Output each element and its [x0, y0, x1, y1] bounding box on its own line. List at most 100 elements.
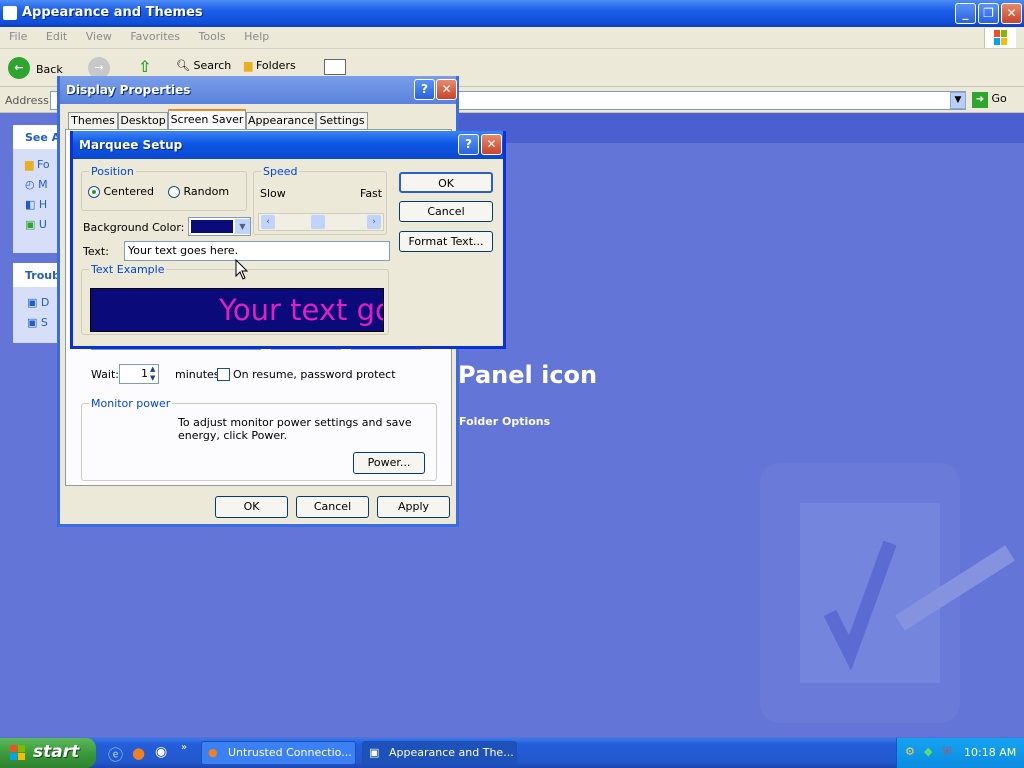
folder-options-link[interactable]: Folder Options [459, 415, 550, 428]
marquee-help-button[interactable]: ? [458, 134, 479, 155]
speed-slider-thumb[interactable] [311, 215, 325, 229]
speed-slow-label: Slow [260, 187, 286, 200]
folder-window-icon: ▣ [369, 746, 380, 759]
shield-icon[interactable]: ⛨ [943, 745, 951, 759]
wait-spinner-icon[interactable]: ▲ ▼ [150, 365, 160, 383]
tab-appearance[interactable]: Appearance [246, 112, 316, 130]
clock: 10:18 AM [964, 746, 1017, 759]
marquee-close-button[interactable]: ✕ [481, 134, 502, 155]
folders-button[interactable]: ▆ Folders [244, 59, 296, 72]
troubleshooter-item-label: S [40, 316, 48, 329]
window-icon [3, 6, 17, 20]
minimize-button[interactable]: _ [955, 3, 976, 24]
ie-quicklaunch-icon[interactable]: ⓔ [108, 744, 123, 765]
restore-button[interactable]: ❐ [978, 3, 999, 24]
password-protect-checkbox[interactable] [217, 368, 230, 381]
tab-screen-saver[interactable]: Screen Saver [168, 109, 246, 130]
task-label: Appearance and The... [389, 746, 514, 759]
marquee-ok-button[interactable]: OK [399, 172, 493, 193]
task-label: Untrusted Connectio... [228, 746, 352, 759]
marquee-preview: Your text go [90, 288, 384, 332]
marquee-title: Marquee Setup [79, 138, 183, 152]
format-text-button[interactable]: Format Text... [399, 231, 493, 252]
menu-tools[interactable]: Tools [190, 27, 232, 43]
troubleshooter-item-label: D [40, 296, 50, 309]
speed-scrollbar[interactable]: ‹ › [258, 213, 384, 231]
random-radio[interactable]: Random [168, 185, 229, 198]
views-icon[interactable] [324, 59, 346, 75]
monitor-power-title: Monitor power [89, 397, 173, 410]
close-button[interactable]: ✕ [1001, 3, 1022, 24]
display-ok-button[interactable]: OK [215, 496, 288, 518]
display-apply-button[interactable]: Apply [377, 496, 450, 518]
marquee-cancel-button[interactable]: Cancel [399, 201, 493, 222]
help-button[interactable]: ? [414, 79, 435, 100]
menu-edit[interactable]: Edit [37, 27, 73, 43]
centered-label: Centered [103, 185, 155, 198]
pointer-icon: ◴ [25, 178, 35, 191]
scroll-right-icon[interactable]: › [367, 215, 381, 229]
quicklaunch-more-icon[interactable]: » [181, 742, 187, 753]
dropdown-arrow-icon: ▼ [235, 219, 250, 234]
go-button[interactable]: ➜ Go [972, 92, 1007, 108]
menu-help[interactable]: Help [235, 27, 275, 43]
start-button[interactable]: start [0, 738, 96, 768]
search-icon: 🔍︎ [176, 59, 190, 72]
task-untrusted-connection[interactable]: ● Untrusted Connectio... [201, 741, 356, 765]
see-also-panel: See A ▆ Fo ◴ M ◧ H ▣ U [13, 125, 63, 253]
messenger-quicklaunch-icon[interactable]: ◉ [155, 744, 167, 760]
speed-group: Speed Slow Fast ‹ › [253, 165, 387, 235]
back-label: Back [36, 63, 63, 76]
display-properties-title-bar: Display Properties ? ✕ [60, 76, 457, 104]
display-properties-close-button[interactable]: ✕ [436, 79, 457, 100]
task-appearance-and-themes[interactable]: ▣ Appearance and The... [362, 741, 517, 765]
background-color-select[interactable]: ▼ [188, 217, 251, 236]
pick-control-panel-heading: Panel icon [458, 361, 598, 389]
address-dropdown-icon[interactable]: ▼ [950, 92, 966, 109]
firefox-quicklaunch-icon[interactable]: ● [132, 744, 145, 762]
menu-favorites[interactable]: Favorites [121, 27, 186, 43]
watermark-checklist-icon [760, 463, 1015, 723]
see-also-item-label: M [38, 178, 48, 191]
marquee-text-input[interactable]: Your text goes here. [124, 241, 390, 261]
marquee-setup-dialog: Marquee Setup ? ✕ Position Centered Rand… [70, 131, 506, 349]
color-swatch [191, 220, 233, 233]
see-also-item-label: U [38, 218, 47, 231]
tab-desktop[interactable]: Desktop [118, 112, 168, 130]
minutes-label: minutes [175, 368, 220, 381]
help-icon: ▣ [27, 296, 38, 309]
picture-icon: ▣ [25, 218, 36, 231]
search-button[interactable]: 🔍︎ Search [176, 59, 231, 72]
see-also-item-label: Fo [36, 158, 50, 171]
radio-checked-icon [88, 186, 100, 198]
tab-themes[interactable]: Themes [68, 112, 118, 130]
mouse-cursor-icon [235, 259, 249, 280]
help-icon: ▣ [27, 316, 38, 329]
address-label: Address [5, 94, 49, 107]
folders-label: Folders [255, 59, 296, 72]
security-icon[interactable]: ◆ [924, 745, 932, 758]
marquee-preview-text: Your text go [219, 293, 384, 327]
tab-settings[interactable]: Settings [316, 112, 368, 130]
text-example-title: Text Example [89, 263, 167, 276]
go-label: Go [991, 92, 1007, 105]
scroll-left-icon[interactable]: ‹ [261, 215, 275, 229]
back-arrow-icon: ← [8, 57, 30, 79]
network-icon[interactable]: ⚙ [905, 745, 915, 758]
see-also-item-label: H [38, 198, 48, 211]
search-label: Search [193, 59, 232, 72]
menu-view[interactable]: View [77, 27, 118, 43]
system-tray: ⚙ ◆ ⛨ 10:18 AM [896, 738, 1024, 768]
position-title: Position [89, 165, 136, 178]
random-label: Random [183, 185, 230, 198]
menu-file[interactable]: File [0, 27, 33, 43]
power-button[interactable]: Power... [353, 452, 425, 474]
see-also-title: See A [13, 125, 63, 149]
start-label: start [33, 742, 80, 762]
centered-radio[interactable]: Centered [88, 185, 154, 198]
display-cancel-button[interactable]: Cancel [296, 496, 369, 518]
up-folder-icon[interactable]: ⇧ [138, 57, 158, 77]
troubleshooters-panel: Troub ▣ D ▣ S [13, 263, 63, 343]
password-protect-label: On resume, password protect [233, 368, 396, 381]
display-properties-title: Display Properties [66, 83, 191, 97]
